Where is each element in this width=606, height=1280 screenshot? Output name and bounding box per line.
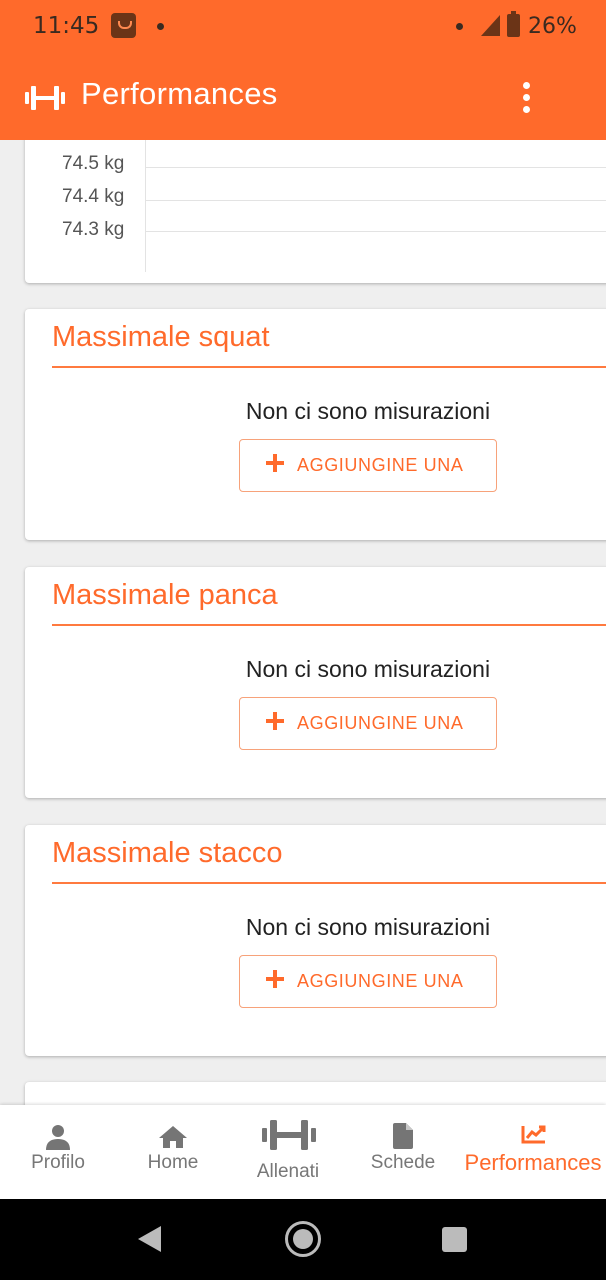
- grid-line: [146, 200, 606, 201]
- notification-dot-icon: [157, 23, 164, 30]
- add-measurement-button[interactable]: AGGIUNGINE UNA: [239, 439, 497, 492]
- add-button-label: AGGIUNGINE UNA: [297, 713, 464, 733]
- nav-label: Performances: [464, 1150, 602, 1175]
- empty-message: Non ci sono misurazioni: [245, 656, 491, 682]
- empty-message: Non ci sono misurazioni: [245, 914, 491, 940]
- shopping-bag-icon: [111, 13, 136, 38]
- add-button-label: AGGIUNGINE UNA: [297, 455, 464, 475]
- nav-item-home[interactable]: Home: [116, 1105, 230, 1199]
- divider: [52, 624, 606, 626]
- document-icon: [393, 1123, 413, 1149]
- nav-label: Home: [147, 1152, 199, 1173]
- nav-label: Schede: [370, 1152, 436, 1173]
- signal-icon: [481, 15, 500, 36]
- y-tick-label: 74.5 kg: [62, 153, 125, 174]
- back-icon[interactable]: [138, 1226, 161, 1252]
- home-circle-icon[interactable]: [285, 1221, 321, 1257]
- trending-up-icon: [521, 1125, 546, 1144]
- card-title: Massimale panca: [52, 579, 278, 611]
- content-scroll[interactable]: g 74.5 kg 74.4 kg 74.3 kg Massimale squa…: [0, 140, 606, 1105]
- grid-line: [146, 231, 606, 232]
- recent-apps-icon[interactable]: [442, 1227, 467, 1252]
- y-tick-label: 74.4 kg: [62, 186, 125, 207]
- app-bar: Performances: [0, 56, 606, 140]
- squat-card: Massimale squat Non ci sono misurazioni …: [25, 309, 606, 540]
- nav-label: Allenati: [256, 1161, 320, 1182]
- grid-line: [146, 167, 606, 168]
- home-icon: [159, 1126, 187, 1148]
- nav-label: Profilo: [31, 1152, 85, 1173]
- battery-percent: 26%: [528, 14, 577, 39]
- add-measurement-button[interactable]: AGGIUNGINE UNA: [239, 697, 497, 750]
- card-title: Massimale squat: [52, 321, 270, 353]
- plus-icon: [266, 970, 284, 988]
- nav-item-profilo[interactable]: Profilo: [0, 1105, 116, 1199]
- notification-dot-icon: [456, 23, 463, 30]
- nav-item-schede[interactable]: Schede: [346, 1105, 460, 1199]
- y-tick-label: 74.3 kg: [62, 219, 125, 240]
- deadlift-card: Massimale stacco Non ci sono misurazioni…: [25, 825, 606, 1056]
- plus-icon: [266, 454, 284, 472]
- divider: [52, 882, 606, 884]
- nav-item-performances[interactable]: Performances: [460, 1105, 606, 1199]
- nav-item-allenati[interactable]: Allenati: [230, 1105, 346, 1199]
- system-nav-bar: [0, 1199, 606, 1280]
- dumbbell-icon: [262, 1120, 316, 1150]
- status-time: 11:45: [33, 13, 100, 39]
- status-bar: 11:45 26%: [0, 0, 606, 56]
- next-card-partial: [25, 1082, 606, 1105]
- person-icon: [46, 1125, 70, 1150]
- page-title: Performances: [81, 76, 278, 111]
- plus-icon: [266, 712, 284, 730]
- add-measurement-button[interactable]: AGGIUNGINE UNA: [239, 955, 497, 1008]
- weight-chart-card: g 74.5 kg 74.4 kg 74.3 kg: [25, 140, 606, 283]
- overflow-menu-icon[interactable]: [516, 80, 538, 116]
- add-button-label: AGGIUNGINE UNA: [297, 971, 464, 991]
- bench-card: Massimale panca Non ci sono misurazioni …: [25, 567, 606, 798]
- bottom-nav: Profilo Home Allenati Schede Performance…: [0, 1105, 606, 1199]
- battery-icon: [507, 11, 520, 37]
- empty-message: Non ci sono misurazioni: [245, 398, 491, 424]
- divider: [52, 366, 606, 368]
- y-axis: [145, 140, 146, 272]
- card-title: Massimale stacco: [52, 837, 283, 869]
- dumbbell-logo-icon: [25, 86, 65, 110]
